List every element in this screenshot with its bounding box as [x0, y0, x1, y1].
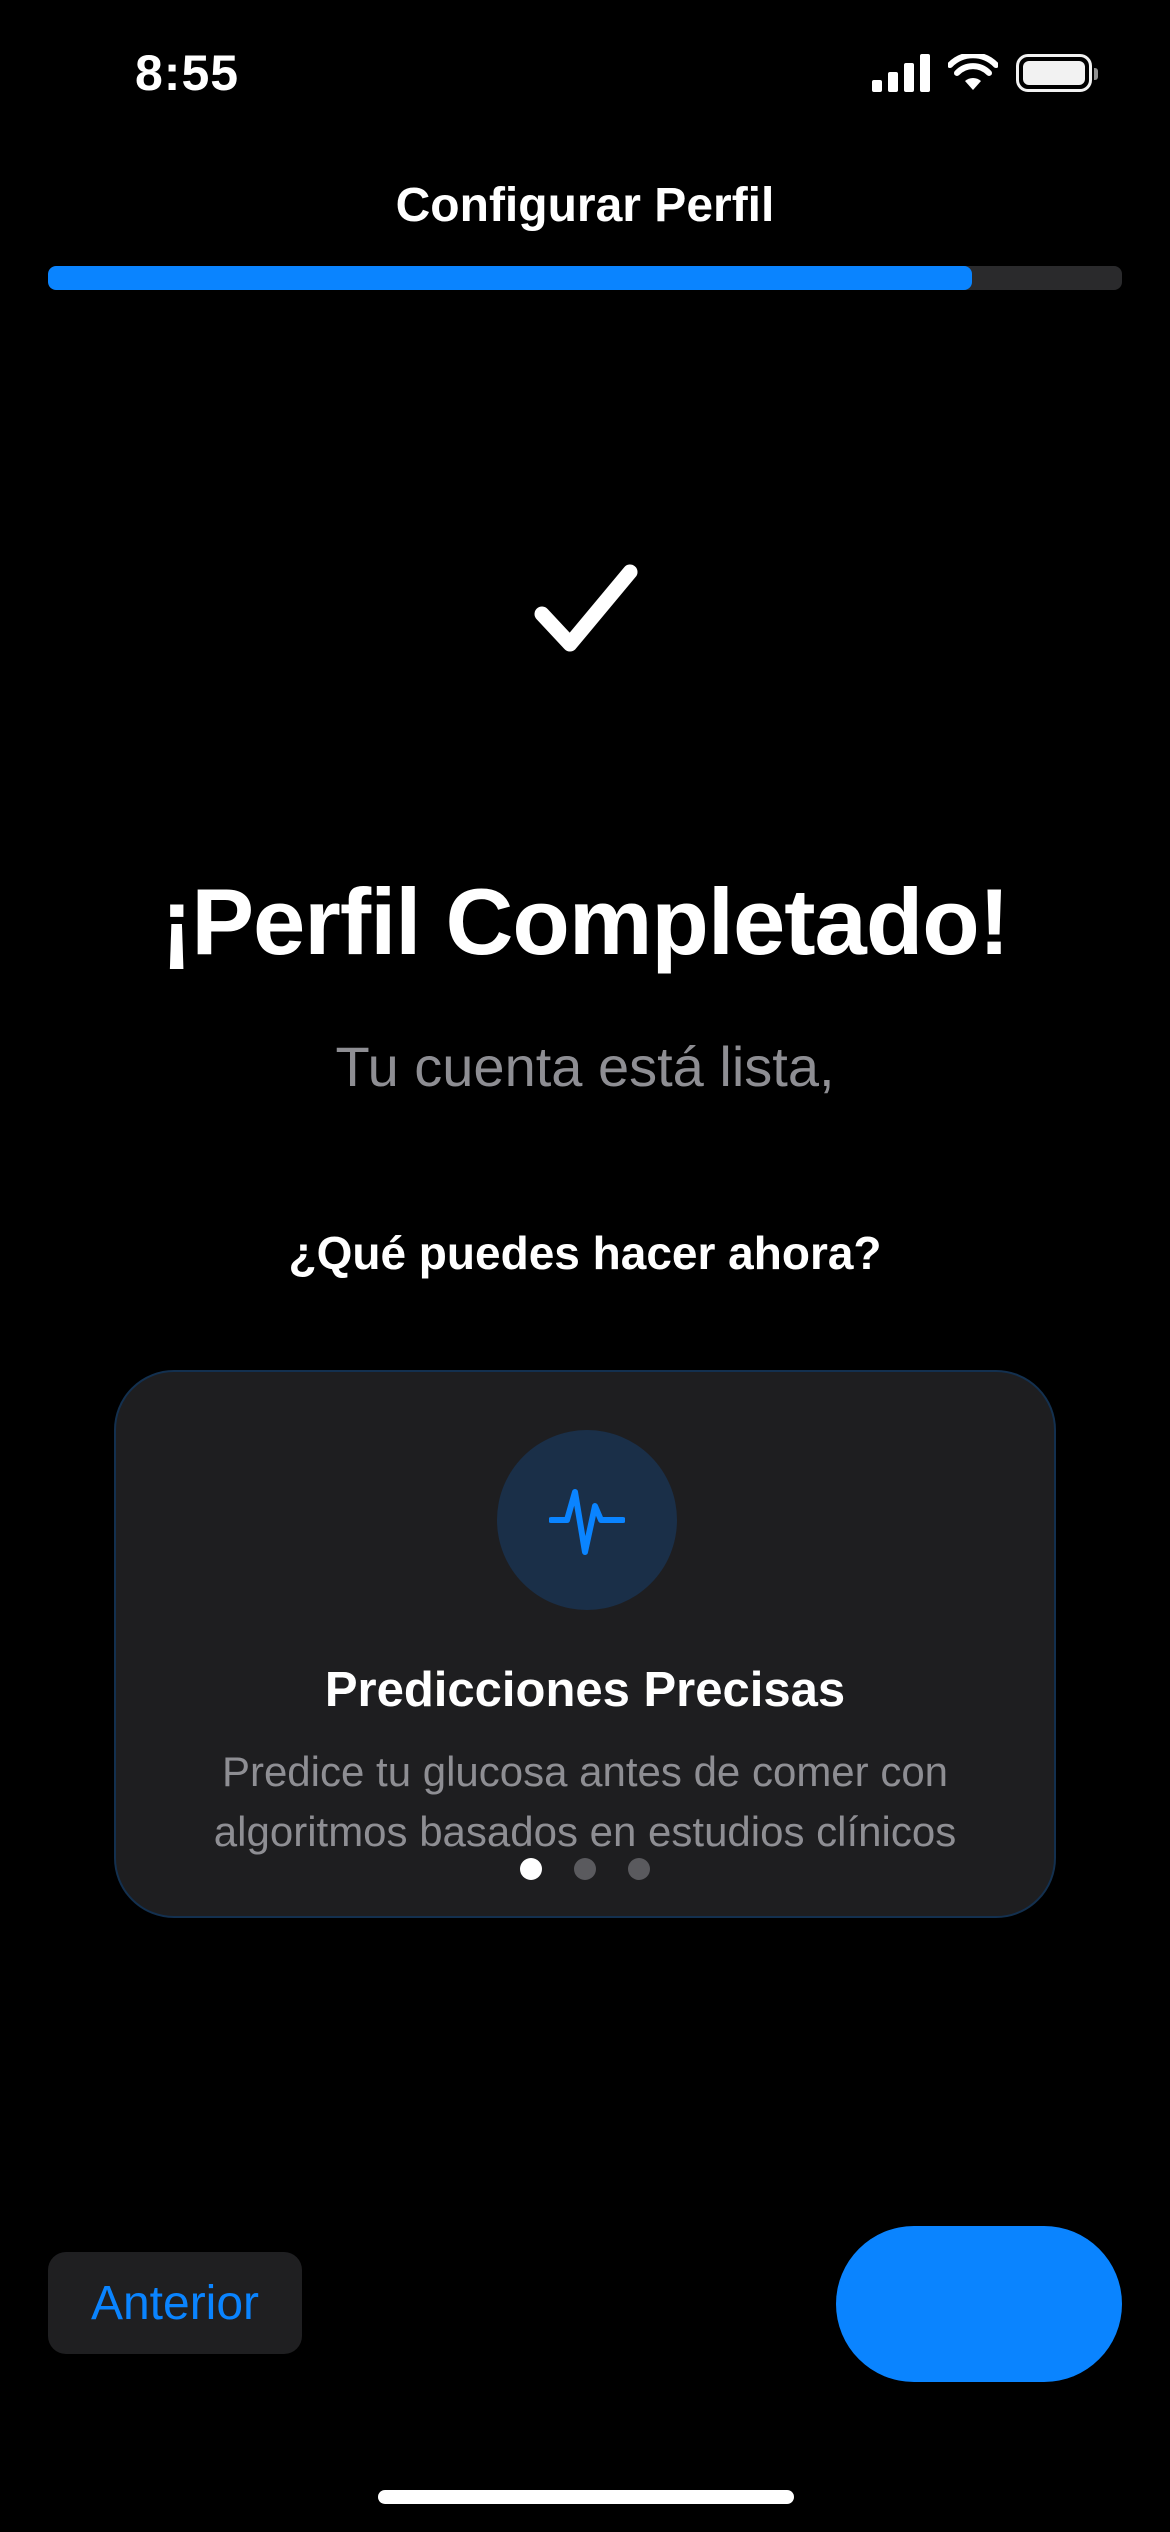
carousel-page-indicator[interactable] — [116, 1858, 1054, 1880]
feature-carousel-card[interactable]: Predicciones Precisas Predice tu glucosa… — [114, 1370, 1056, 1918]
status-icons — [872, 54, 1098, 92]
checkmark-icon — [534, 564, 638, 652]
cellular-signal-icon — [872, 54, 930, 92]
feature-icon-badge — [497, 1430, 677, 1610]
page-dot-3[interactable] — [628, 1858, 650, 1880]
home-indicator[interactable] — [378, 2490, 794, 2504]
profile-complete-screen: 8:55 Configurar Perfil ¡Perfil Completad… — [0, 0, 1170, 2532]
previous-button[interactable]: Anterior — [48, 2252, 302, 2354]
next-button[interactable] — [836, 2226, 1122, 2382]
features-section-title: ¿Qué puedes hacer ahora? — [288, 1227, 882, 1279]
page-dot-1[interactable] — [520, 1858, 542, 1880]
page-dot-2[interactable] — [574, 1858, 596, 1880]
setup-progress-fill — [48, 266, 972, 290]
battery-icon — [1016, 54, 1098, 92]
completion-headline: ¡Perfil Completado! — [161, 869, 1010, 974]
completion-subtitle: Tu cuenta está lista, — [335, 1035, 835, 1098]
feature-description: Predice tu glucosa antes de comer con al… — [213, 1748, 957, 1855]
feature-title: Predicciones Precisas — [324, 1663, 846, 1717]
waveform-pulse-icon — [549, 1489, 625, 1555]
status-time: 8:55 — [135, 45, 240, 101]
setup-progress-bar — [48, 266, 1122, 290]
wifi-icon — [948, 54, 998, 90]
page-title: Configurar Perfil — [395, 179, 775, 232]
